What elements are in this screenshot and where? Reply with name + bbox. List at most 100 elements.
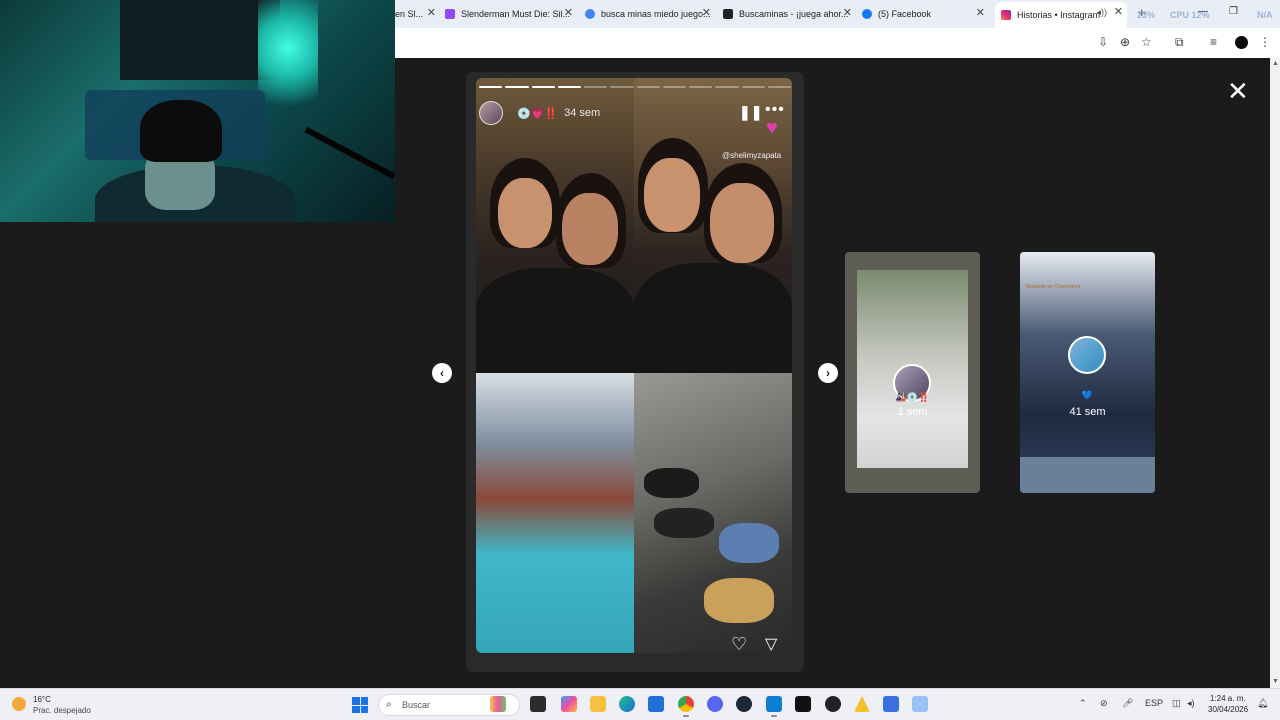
microphone-icon[interactable]: 🎤︎ xyxy=(1122,698,1133,709)
story-timestamp: 34 sem xyxy=(564,107,601,119)
weather-temperature[interactable]: 16°C xyxy=(33,695,51,704)
tab-buscaminas-search[interactable]: busca minas miedo juego... ✕ xyxy=(585,3,715,25)
tab-instagram[interactable]: Historias • Instagram ◂)) ✕ xyxy=(995,2,1127,28)
progress-segment xyxy=(715,86,739,88)
sysmon-b: N/A xyxy=(1257,10,1273,20)
close-tab-icon[interactable]: ✕ xyxy=(427,6,436,19)
story-preview-avatar xyxy=(1068,336,1106,374)
obs-icon[interactable] xyxy=(766,696,782,717)
webcam-light xyxy=(258,0,318,120)
file-explorer-icon[interactable] xyxy=(590,696,606,712)
windows-taskbar: 16°C Prac. despejado ⌕ Buscar ⌃ ⊘ 🎤︎ ESP… xyxy=(0,688,1280,720)
previous-story-button[interactable]: ‹ xyxy=(432,363,452,383)
next-story-button[interactable]: › xyxy=(818,363,838,383)
story-preview-time: 41 sem xyxy=(1069,406,1106,418)
sysmon-a: 23% xyxy=(1137,10,1156,20)
progress-segment xyxy=(689,86,713,88)
profile-avatar[interactable] xyxy=(1235,36,1248,49)
progress-segment xyxy=(741,86,765,88)
close-tab-icon[interactable]: ✕ xyxy=(976,6,985,19)
media-controls-icon[interactable]: ≡ xyxy=(1210,35,1217,49)
menu-kebab-icon[interactable]: ⋮ xyxy=(1259,35,1271,49)
close-tab-icon[interactable]: ✕ xyxy=(1114,5,1123,18)
pause-icon[interactable]: ❚❚ xyxy=(739,104,762,121)
scroll-up-icon[interactable]: ▲ xyxy=(1272,60,1279,67)
tab-slenderman[interactable]: Slenderman Must Die: Sil... ✕ xyxy=(445,3,577,25)
copilot-icon[interactable] xyxy=(561,696,577,712)
app-icon[interactable] xyxy=(825,696,841,712)
scrollbar[interactable] xyxy=(1270,58,1280,688)
close-story-viewer-icon[interactable]: ✕ xyxy=(1227,76,1249,107)
story-preview-username: 💙 xyxy=(1081,390,1094,400)
tab-title: busca minas miedo juego... xyxy=(601,9,711,19)
story-photo-volleyball-court xyxy=(476,373,634,653)
tab-partial[interactable]: en Sl... ✕ xyxy=(395,3,440,25)
language-indicator[interactable]: ESP xyxy=(1145,698,1163,708)
progress-segment xyxy=(557,86,581,88)
network-icon[interactable]: ⊘ xyxy=(1100,698,1108,709)
story-preview-2[interactable]: Matiasito on Chommirea 💙 41 sem xyxy=(1020,252,1155,493)
webcam-mic-arm xyxy=(304,126,395,180)
steam-icon[interactable] xyxy=(736,696,752,712)
bookmark-star-icon[interactable]: ☆ xyxy=(1141,35,1152,49)
story-media[interactable] xyxy=(476,78,792,653)
task-view-icon[interactable] xyxy=(530,696,546,712)
close-tab-icon[interactable]: ✕ xyxy=(564,6,573,19)
extensions-icon[interactable]: ⧉ xyxy=(1175,35,1184,50)
warning-app-icon[interactable] xyxy=(854,696,870,712)
story-photo-shoes xyxy=(634,373,792,653)
windows-start-icon[interactable] xyxy=(352,697,368,713)
volume-icon[interactable]: ◂) xyxy=(1187,698,1195,709)
zoom-icon[interactable]: ⊕ xyxy=(1120,35,1130,49)
tab-title: en Sl... xyxy=(395,9,424,19)
progress-segment xyxy=(584,86,608,88)
speaker-icon[interactable]: ◂)) xyxy=(1096,7,1107,18)
tab-title: Slenderman Must Die: Sil... xyxy=(461,9,571,19)
scroll-down-icon[interactable]: ▼ xyxy=(1272,678,1279,685)
tab-title: (5) Facebook xyxy=(878,9,932,19)
browser-tab-bar: en Sl... ✕ Slenderman Must Die: Sil... ✕… xyxy=(395,0,1280,28)
tiktok-icon[interactable] xyxy=(795,696,811,712)
close-tab-icon[interactable]: ✕ xyxy=(843,6,852,19)
chrome-icon[interactable] xyxy=(678,696,694,717)
install-app-icon[interactable]: ⇩ xyxy=(1098,35,1108,49)
story-mention[interactable]: @shelimyzapata xyxy=(722,151,781,160)
story-username[interactable]: 💿💗‼️ xyxy=(517,107,558,120)
send-share-icon[interactable]: ▽ xyxy=(765,634,777,654)
minimize-icon[interactable]: — xyxy=(1198,6,1208,17)
close-tab-icon[interactable]: ✕ xyxy=(702,6,711,19)
webcam-person-cap xyxy=(140,100,222,162)
tab-title: Historias • Instagram xyxy=(1017,10,1101,20)
app-icon-2[interactable] xyxy=(883,696,899,712)
google-icon xyxy=(585,9,595,19)
clock-date[interactable]: 30/04/2026 xyxy=(1208,705,1248,714)
edge-icon[interactable] xyxy=(619,696,635,712)
twitch-icon xyxy=(445,9,455,19)
restore-icon[interactable]: ❐ xyxy=(1229,6,1238,17)
widgets-icon[interactable] xyxy=(490,696,506,712)
tray-overflow-icon[interactable]: ⌃ xyxy=(1079,698,1087,709)
discord-icon[interactable] xyxy=(707,696,723,712)
weather-sun-icon[interactable] xyxy=(12,697,26,711)
heart-sticker-icon: ♥ xyxy=(766,117,778,139)
progress-segment xyxy=(767,86,791,88)
story-progress-bar xyxy=(479,86,791,88)
clock-time[interactable]: 1:24 a. m. xyxy=(1210,694,1246,703)
progress-segment xyxy=(479,86,503,88)
notifications-icon[interactable]: 🔔︎ xyxy=(1257,698,1268,709)
tab-facebook[interactable]: (5) Facebook ✕ xyxy=(862,3,989,25)
like-heart-icon[interactable]: ♡ xyxy=(731,634,747,655)
wifi-icon[interactable]: ◫ xyxy=(1172,698,1181,709)
facebook-icon xyxy=(862,9,872,19)
story-preview-time: 1 sem xyxy=(897,406,928,418)
story-preview-1[interactable]: 🎎💿‼️ 1 sem xyxy=(845,252,980,493)
microsoft-store-icon[interactable] xyxy=(648,696,664,712)
instagram-icon xyxy=(1001,10,1011,20)
progress-segment xyxy=(505,86,529,88)
weather-description[interactable]: Prac. despejado xyxy=(33,706,91,715)
tab-buscaminas[interactable]: Buscaminas - ¡juega ahor... ✕ xyxy=(723,3,856,25)
app-icon-3[interactable] xyxy=(912,696,928,712)
progress-segment xyxy=(531,86,555,88)
story-user-avatar[interactable] xyxy=(479,101,503,125)
browser-toolbar: ⇩ ⊕ ☆ ⧉ ≡ ⋮ xyxy=(395,28,1280,58)
